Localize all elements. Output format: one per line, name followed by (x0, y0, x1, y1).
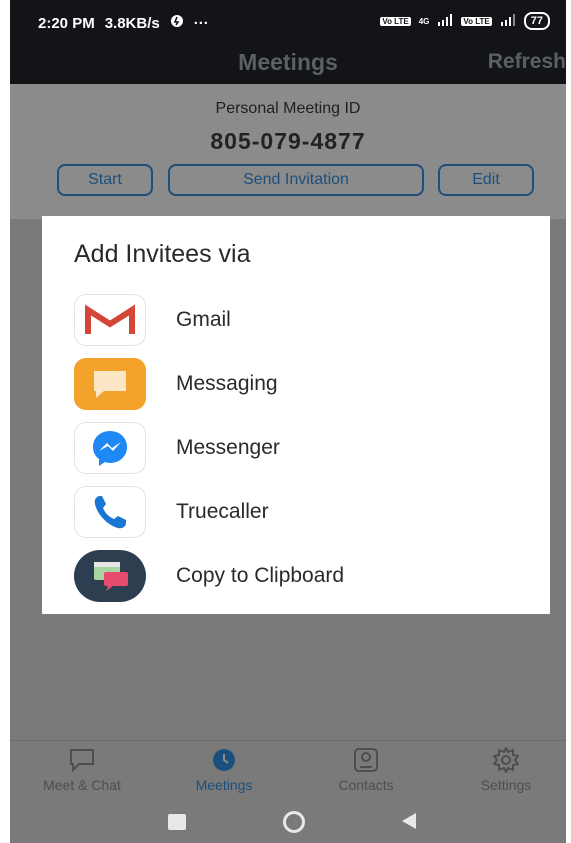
app-bar: Meetings Refresh (10, 44, 566, 84)
nav-label: Meetings (195, 777, 253, 793)
home-icon[interactable] (283, 811, 305, 833)
network-label: 4G (418, 16, 430, 26)
edit-button[interactable]: Edit (438, 164, 534, 196)
gear-icon (446, 747, 566, 773)
messaging-icon (74, 358, 146, 410)
status-speed: 3.8KB/s (104, 14, 160, 32)
option-label: Gmail (176, 308, 231, 331)
signal-icon-2 (500, 13, 516, 29)
back-icon[interactable] (402, 813, 416, 829)
status-time: 2:20 PM (38, 14, 95, 32)
nav-settings[interactable]: Settings (446, 747, 566, 793)
notification-icon (170, 14, 184, 32)
start-button[interactable]: Start (57, 164, 153, 196)
bottom-nav: Meet & Chat Meetings Contacts Settings (10, 740, 566, 801)
refresh-button[interactable]: Refresh (488, 50, 566, 74)
nav-label: Contacts (338, 777, 394, 793)
messenger-icon (74, 422, 146, 474)
contact-card-icon (306, 747, 426, 773)
add-invitees-dialog: Add Invitees via Gmail Messaging Messeng… (42, 216, 550, 614)
clock-icon (164, 747, 284, 773)
pmi-label: Personal Meeting ID (215, 100, 361, 117)
recent-apps-icon[interactable] (168, 814, 186, 830)
volte-icon-2: Vo LTE (461, 16, 492, 26)
option-label: Messenger (176, 436, 280, 459)
nav-label: Settings (480, 777, 532, 793)
nav-meet-chat[interactable]: Meet & Chat (22, 747, 142, 793)
chat-bubble-icon (22, 747, 142, 773)
option-messaging[interactable]: Messaging (74, 356, 524, 412)
personal-meeting-section: Personal Meeting ID 805-079-4877 Start S… (10, 84, 566, 219)
option-copy-to-clipboard[interactable]: Copy to Clipboard (74, 548, 524, 604)
signal-icon (437, 13, 453, 29)
gmail-icon (74, 294, 146, 346)
nav-meetings[interactable]: Meetings (164, 747, 284, 793)
system-nav-bar (10, 800, 566, 843)
clipboard-icon (74, 550, 146, 602)
battery-indicator: 77 (523, 12, 550, 30)
volte-icon: Vo LTE (380, 16, 411, 26)
dialog-title: Add Invitees via (74, 240, 251, 268)
phone-screen: 2:20 PM 3.8KB/s ··· Vo LTE 4G Vo LTE 77 … (10, 0, 566, 843)
option-truecaller[interactable]: Truecaller (74, 484, 524, 540)
nav-contacts[interactable]: Contacts (306, 747, 426, 793)
pmi-number: 805-079-4877 (210, 128, 366, 154)
option-label: Truecaller (176, 500, 269, 523)
page-title: Meetings (238, 49, 338, 75)
option-label: Copy to Clipboard (176, 564, 345, 587)
status-bar: 2:20 PM 3.8KB/s ··· Vo LTE 4G Vo LTE 77 (10, 0, 566, 44)
status-dots: ··· (193, 14, 209, 32)
send-invitation-button[interactable]: Send Invitation (168, 164, 424, 196)
nav-label: Meet & Chat (43, 777, 121, 793)
truecaller-icon (74, 486, 146, 538)
option-messenger[interactable]: Messenger (74, 420, 524, 476)
option-gmail[interactable]: Gmail (74, 292, 524, 348)
option-label: Messaging (176, 372, 278, 395)
